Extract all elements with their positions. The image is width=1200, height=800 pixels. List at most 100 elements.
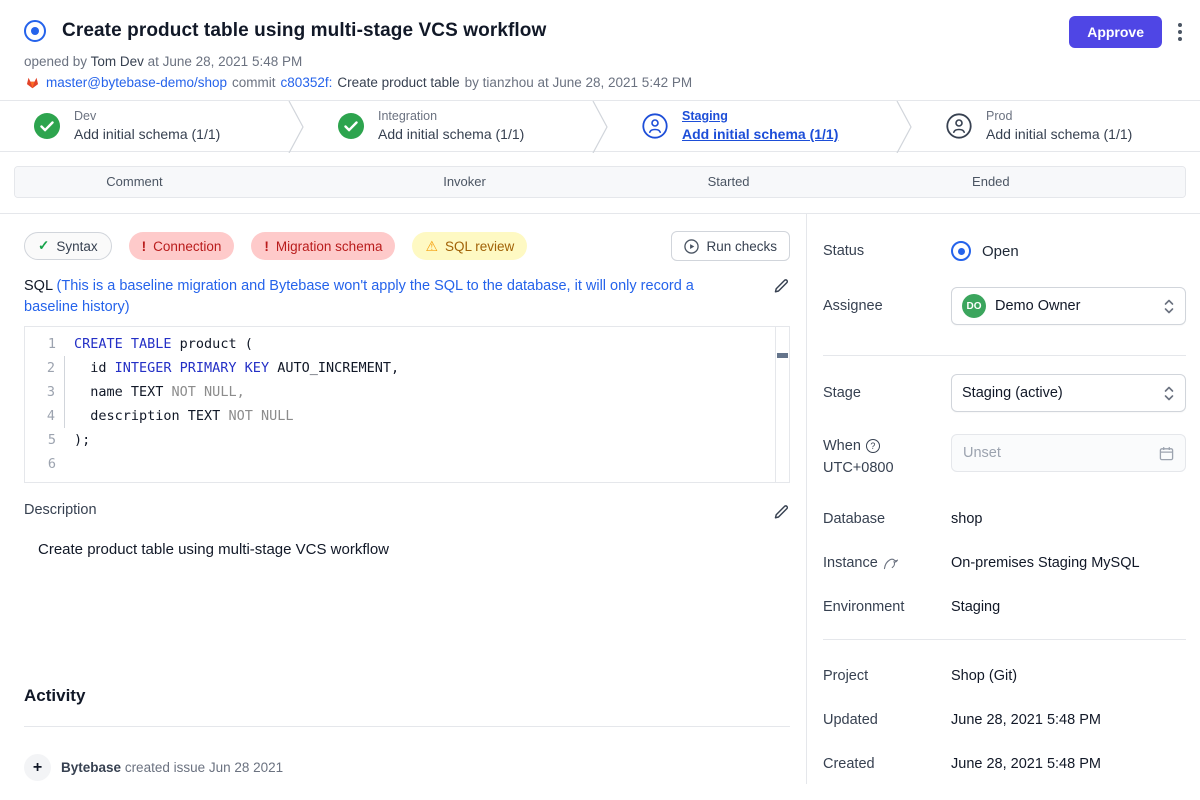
line-number: 6 — [25, 452, 65, 476]
stage-separator-icon — [896, 101, 912, 153]
opened-by-suffix: at June 28, 2021 5:48 PM — [148, 54, 303, 69]
stage-name: Staging — [682, 109, 838, 125]
code-line: 5 ); — [25, 428, 789, 452]
code-line: 1 CREATE TABLE product ( — [25, 332, 789, 356]
activity-divider — [24, 726, 790, 727]
assignee-name: Demo Owner — [995, 298, 1080, 314]
activity-actor: Bytebase — [61, 760, 121, 775]
vcs-commit-line: master@bytebase-demo/shop commit c80352f… — [24, 80, 1176, 100]
activity-action-text: created issue Jun 28 2021 — [125, 760, 283, 775]
run-checks-button[interactable]: Run checks — [671, 231, 790, 261]
opened-by-prefix: opened by — [24, 54, 87, 69]
sql-baseline-note: (This is a baseline migration and Byteba… — [24, 278, 694, 315]
pipeline-stage-staging[interactable]: Staging Add initial schema (1/1) — [608, 101, 896, 151]
assignee-select[interactable]: DO Demo Owner — [951, 287, 1186, 325]
task-run-table-header: Comment Invoker Started Ended — [15, 167, 1185, 197]
when-placeholder: Unset — [963, 445, 1001, 461]
chevron-up-down-icon — [1163, 298, 1175, 315]
sql-section-header: SQL (This is a baseline migration and By… — [24, 276, 790, 318]
task-run-table: Comment Invoker Started Ended — [14, 166, 1186, 198]
stage-separator-icon — [592, 101, 608, 153]
check-badge-connection[interactable]: ! Connection — [129, 232, 235, 260]
line-number: 5 — [25, 428, 65, 452]
code-line: 4 description TEXT NOT NULL — [25, 404, 789, 428]
mysql-engine-icon — [883, 557, 898, 570]
sidebar-divider — [823, 355, 1186, 356]
check-error-icon: ! — [142, 239, 147, 254]
pipeline-stage-dev[interactable]: Dev Add initial schema (1/1) — [0, 101, 288, 151]
sql-label: SQL — [24, 278, 52, 294]
check-success-icon: ✓ — [38, 238, 49, 254]
commit-hash-link[interactable]: c80352f: — [281, 75, 333, 90]
activity-heading: Activity — [24, 686, 790, 706]
edit-sql-pencil-icon[interactable] — [773, 278, 790, 295]
stage-select-value: Staging (active) — [962, 385, 1063, 401]
commit-meta: by tianzhou at June 28, 2021 5:42 PM — [465, 75, 692, 90]
stage-pending-assignee-icon — [642, 113, 668, 139]
assignee-avatar: DO — [962, 294, 986, 318]
plus-icon: + — [24, 754, 51, 781]
editor-scrollbar-thumb[interactable] — [777, 353, 788, 358]
title-row: Create product table using multi-stage V… — [24, 14, 1176, 48]
stage-task-link[interactable]: Add initial schema (1/1) — [378, 126, 524, 144]
description-text: Create product table using multi-stage V… — [38, 541, 790, 558]
header-actions: Approve — [1069, 16, 1184, 48]
task-checks-row: ✓ Syntax ! Connection ! Migration schema… — [24, 231, 790, 261]
when-label: When — [823, 438, 861, 454]
stage-name: Integration — [378, 109, 524, 125]
issue-header: Create product table using multi-stage V… — [0, 0, 1200, 100]
description-label: Description — [24, 502, 97, 518]
stage-separator-icon — [288, 101, 304, 153]
stage-task-link[interactable]: Add initial schema (1/1) — [74, 126, 220, 144]
vcs-branch-link[interactable]: master@bytebase-demo/shop — [46, 75, 227, 90]
database-value: shop — [951, 511, 1186, 527]
column-header-comment: Comment — [106, 174, 162, 189]
approve-button[interactable]: Approve — [1069, 16, 1162, 48]
instance-label: Instance — [823, 555, 878, 571]
column-header-ended: Ended — [972, 174, 1010, 189]
code-line: 3 name TEXT NOT NULL, — [25, 380, 789, 404]
stage-task-link[interactable]: Add initial schema (1/1) — [986, 126, 1132, 144]
sql-code-editor[interactable]: 1 CREATE TABLE product ( 2 id INTEGER PR… — [24, 326, 790, 483]
database-label: Database — [823, 511, 951, 527]
code-line: 2 id INTEGER PRIMARY KEY AUTO_INCREMENT, — [25, 356, 789, 380]
kebab-menu-icon[interactable] — [1176, 19, 1184, 45]
check-badge-syntax[interactable]: ✓ Syntax — [24, 232, 112, 260]
opened-by-line: opened by Tom Dev at June 28, 2021 5:48 … — [24, 54, 1176, 74]
code-line: 6 — [25, 452, 789, 476]
play-circle-icon — [684, 239, 699, 254]
sidebar-divider — [823, 639, 1186, 640]
stage-task-link[interactable]: Add initial schema (1/1) — [682, 126, 838, 144]
line-number: 1 — [25, 332, 65, 356]
gitlab-icon — [24, 74, 41, 90]
created-label: Created — [823, 756, 951, 772]
environment-value: Staging — [951, 599, 1186, 615]
column-header-started: Started — [708, 174, 750, 189]
bytebase-issue-page: Create product table using multi-stage V… — [0, 0, 1200, 800]
line-number: 3 — [25, 380, 65, 404]
issue-sidebar: Status Open Assignee DO Demo Owner Stage — [806, 214, 1200, 784]
stage-done-icon — [338, 113, 364, 139]
warning-triangle-icon: ⚠ — [425, 238, 438, 255]
issue-open-icon — [951, 241, 971, 261]
stage-name: Dev — [74, 109, 220, 125]
page-title: Create product table using multi-stage V… — [62, 20, 546, 42]
when-datetime-input[interactable]: Unset — [951, 434, 1186, 472]
edit-description-pencil-icon[interactable] — [773, 504, 790, 521]
status-value: Open — [951, 241, 1186, 261]
check-badge-sql-review[interactable]: ⚠ SQL review — [412, 232, 527, 260]
created-value: June 28, 2021 5:48 PM — [951, 756, 1186, 772]
pipeline-stage-prod[interactable]: Prod Add initial schema (1/1) — [912, 101, 1200, 151]
project-label: Project — [823, 668, 951, 684]
description-section-header: Description — [24, 502, 790, 521]
help-icon[interactable]: ? — [866, 439, 880, 453]
stage-pipeline: Dev Add initial schema (1/1) Integration… — [0, 100, 1200, 152]
editor-scrollbar[interactable] — [775, 327, 789, 482]
stage-select[interactable]: Staging (active) — [951, 374, 1186, 412]
commit-message: Create product table — [337, 75, 459, 90]
line-number: 2 — [25, 356, 65, 380]
check-error-icon: ! — [264, 239, 269, 254]
assignee-label: Assignee — [823, 298, 951, 314]
check-badge-migration-schema[interactable]: ! Migration schema — [251, 232, 395, 260]
pipeline-stage-integration[interactable]: Integration Add initial schema (1/1) — [304, 101, 592, 151]
